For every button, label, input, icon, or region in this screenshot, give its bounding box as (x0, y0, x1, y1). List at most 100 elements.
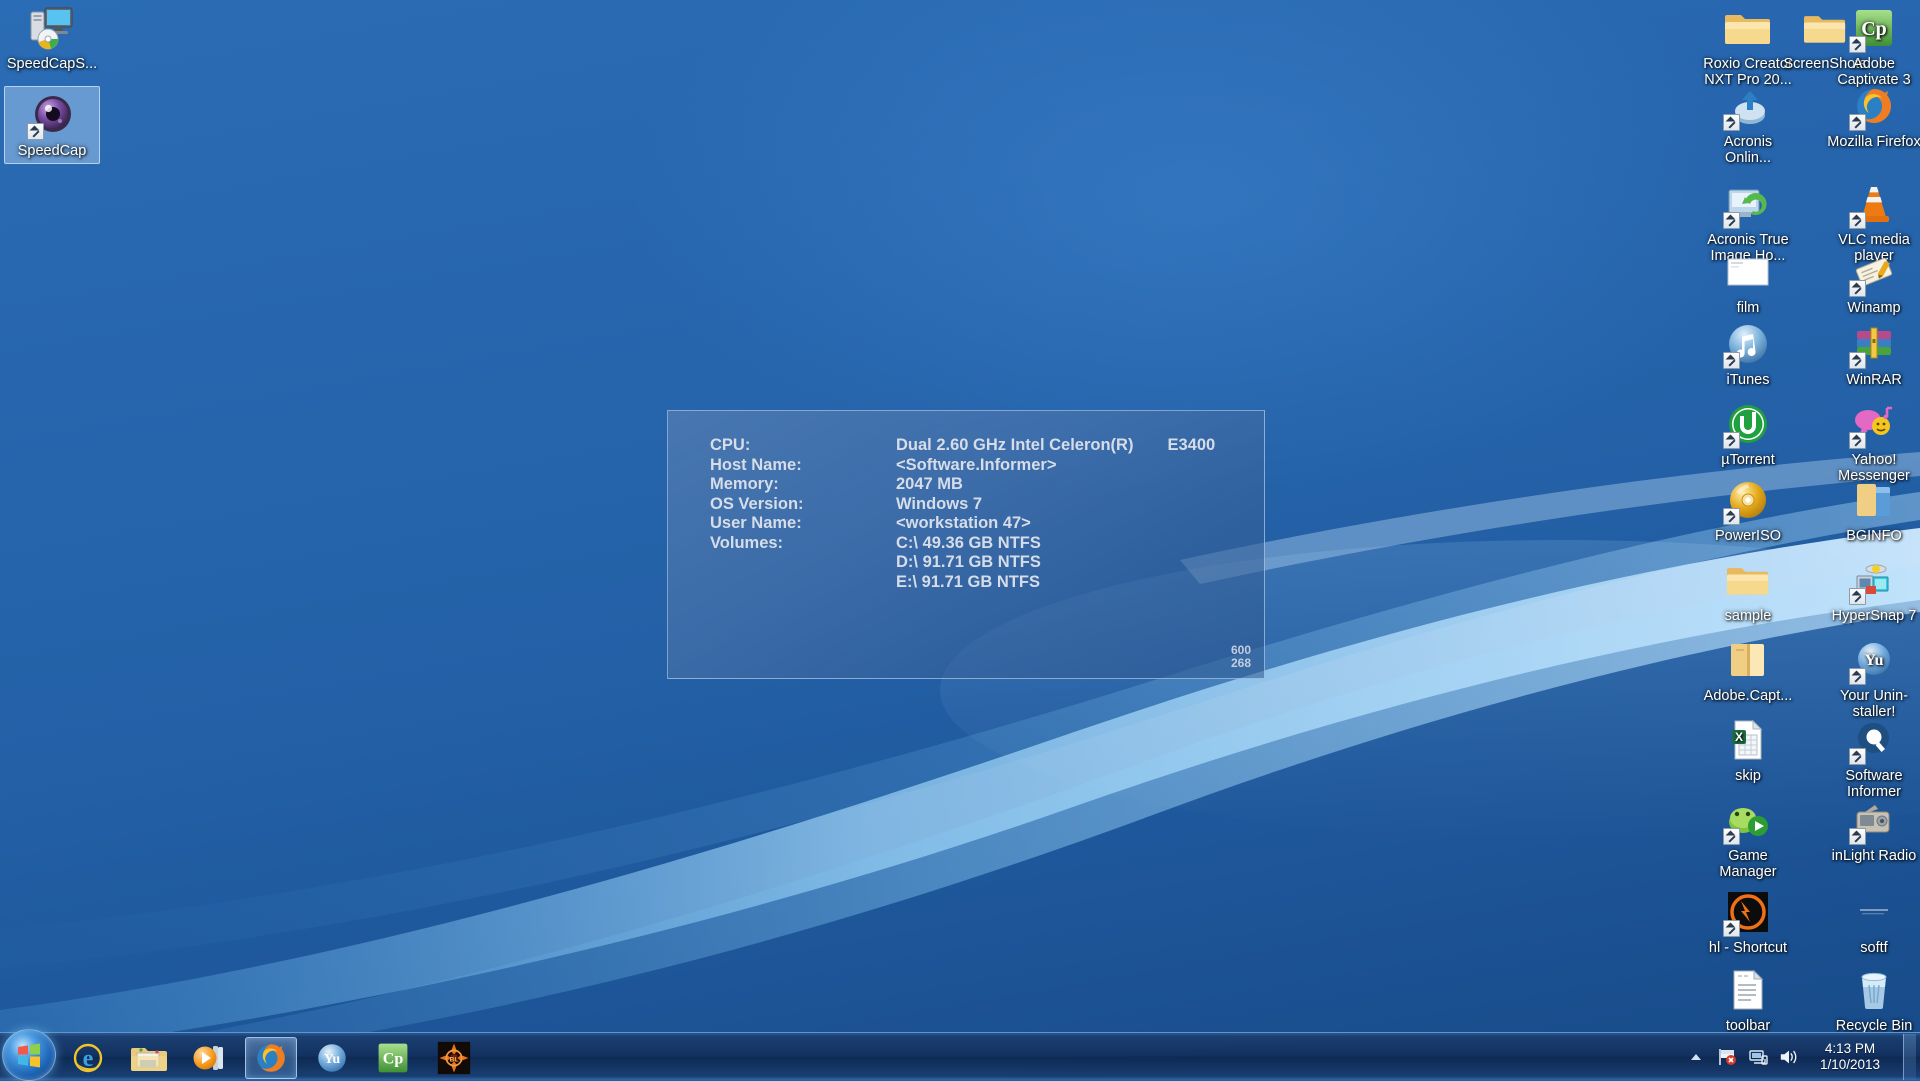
inlight-radio-icon (1850, 796, 1898, 844)
desktop-icon-label: BGINFO (1826, 529, 1920, 545)
taskbar[interactable]: e (0, 1032, 1920, 1080)
bginfo-value: 2047 MB (896, 475, 963, 494)
clock[interactable]: 4:13 PM 1/10/2013 (1810, 1041, 1890, 1073)
software-informer-icon (1850, 716, 1898, 764)
shortcut-arrow-icon (1849, 36, 1866, 53)
bginfo-value: <Software.Informer> (896, 456, 1056, 475)
desktop-icon-hypersnap-7[interactable]: HyperSnap 7 (1826, 556, 1920, 625)
chevron-up-icon[interactable] (1686, 1047, 1706, 1067)
taskbar-app-buttons[interactable]: e (62, 1033, 480, 1081)
desktop-icon-adobe-captivate-3[interactable]: Cp Adobe Captivate 3 (1826, 4, 1920, 88)
network-icon[interactable] (1748, 1047, 1768, 1067)
desktop-icon-itunes[interactable]: iTunes (1700, 320, 1796, 389)
desktop-icon-label: Game Manager (1700, 849, 1796, 880)
shortcut-arrow-icon (1723, 352, 1740, 369)
desktop-icon-winrar[interactable]: WinRAR (1826, 320, 1920, 389)
bginfo-height-value: 268 (1231, 657, 1251, 670)
desktop-icon-softf[interactable]: softf (1826, 888, 1920, 957)
desktop-icon-hl-shortcut[interactable]: hl - Shortcut (1700, 888, 1796, 957)
shortcut-arrow-icon (1849, 352, 1866, 369)
shortcut-arrow-icon (1849, 114, 1866, 131)
bginfo-value: Dual 2.60 GHz Intel Celeron(R)E3400 (896, 436, 1215, 455)
hypersnap-icon (1850, 556, 1898, 604)
desktop-icon-label: µTorrent (1700, 453, 1796, 469)
blank-document-icon (1724, 248, 1772, 296)
taskbar-button-windows-media-player[interactable] (184, 1037, 236, 1079)
desktop-icon-mozilla-firefox[interactable]: Mozilla Firefox (1826, 82, 1920, 151)
text-document-icon (1724, 966, 1772, 1014)
camera-lens-icon (28, 91, 76, 139)
desktop-icon-poweriso[interactable]: PowerISO (1700, 476, 1796, 545)
desktop-icon-adobe-captivate-folder[interactable]: Adobe.Capt... (1700, 636, 1796, 705)
desktop-icon-software-informer[interactable]: Software Informer (1826, 716, 1920, 800)
desktop-icon-film[interactable]: film (1700, 248, 1796, 317)
bginfo-label: Host Name: (710, 456, 896, 475)
desktop-icon-label: WinRAR (1826, 373, 1920, 389)
desktop-icon-label: PowerISO (1700, 529, 1796, 545)
desktop-icon-inlight-radio[interactable]: inLight Radio (1826, 796, 1920, 865)
bginfo-row-memory: Memory: 2047 MB (710, 475, 1215, 495)
desktop-icon-label: skip (1700, 769, 1796, 785)
desktop-icon-label: HyperSnap 7 (1826, 609, 1920, 625)
taskbar-button-adobe-captivate[interactable]: Cp (367, 1037, 419, 1079)
desktop-icon-recycle-bin[interactable]: Recycle Bin (1826, 966, 1920, 1035)
shortcut-arrow-icon (1723, 828, 1740, 845)
taskbar-button-game-launcher[interactable]: BL (428, 1037, 480, 1079)
itunes-icon (1724, 320, 1772, 368)
svg-text:Yu: Yu (1865, 652, 1884, 669)
shortcut-arrow-icon (1849, 748, 1866, 765)
acronis-backup-icon (1724, 82, 1772, 130)
desktop-icon-toolbar[interactable]: toolbar (1700, 966, 1796, 1035)
folder-icon (1724, 4, 1772, 52)
clock-date: 1/10/2013 (1820, 1057, 1880, 1073)
show-desktop-button[interactable] (1903, 1034, 1916, 1080)
bginfo-row-user-name: User Name: <workstation 47> (710, 514, 1215, 534)
desktop-icon-label: Adobe.Capt... (1700, 689, 1796, 705)
bginfo-value-text: Dual 2.60 GHz Intel Celeron(R) (896, 436, 1133, 454)
svg-text:Yu: Yu (324, 1051, 341, 1066)
computer-media-icon (28, 4, 76, 52)
desktop-icon-label: hl - Shortcut (1700, 941, 1796, 957)
your-uninstaller-icon: Yu (1850, 636, 1898, 684)
svg-text:e: e (83, 1046, 94, 1072)
shortcut-arrow-icon (27, 123, 44, 140)
start-button[interactable] (2, 1029, 56, 1081)
desktop-icon-game-manager[interactable]: Game Manager (1700, 796, 1796, 880)
bginfo-row-os-version: OS Version: Windows 7 (710, 495, 1215, 515)
bginfo-dimensions: 600 268 (1231, 644, 1251, 670)
yahoo-messenger-icon (1850, 400, 1898, 448)
folder-blue-icon (1850, 476, 1898, 524)
speaker-icon[interactable] (1779, 1047, 1799, 1067)
taskbar-button-windows-explorer[interactable] (123, 1037, 175, 1079)
game-manager-icon (1724, 796, 1772, 844)
utorrent-icon (1724, 400, 1772, 448)
shortcut-arrow-icon (1723, 920, 1740, 937)
desktop-icon-acronis-online[interactable]: Acronis Onlin... (1700, 82, 1796, 166)
desktop-background[interactable]: SpeedCapS... SpeedCap (0, 0, 1920, 1080)
taskbar-button-your-uninstaller[interactable]: Yu (306, 1037, 358, 1079)
desktop-icon-utorrent[interactable]: µTorrent (1700, 400, 1796, 469)
system-tray[interactable]: 4:13 PM 1/10/2013 (1686, 1033, 1920, 1081)
svg-text:X: X (1735, 730, 1743, 744)
shortcut-arrow-icon (1723, 114, 1740, 131)
desktop-icon-speedcaps[interactable]: SpeedCapS... (4, 4, 100, 73)
shortcut-arrow-icon (1723, 212, 1740, 229)
desktop-icon-speedcap[interactable]: SpeedCap (4, 86, 100, 164)
flag-error-icon[interactable] (1717, 1047, 1737, 1067)
taskbar-button-internet-explorer[interactable]: e (62, 1037, 114, 1079)
desktop-icon-yahoo-messenger[interactable]: Yahoo! Messenger (1826, 400, 1920, 484)
desktop-icon-label: inLight Radio (1826, 849, 1920, 865)
desktop-icon-skip[interactable]: X skip (1700, 716, 1796, 785)
shortcut-arrow-icon (1723, 508, 1740, 525)
bginfo-row-volume-d: D:\ 91.71 GB NTFS (710, 553, 1215, 573)
acronis-true-image-icon (1724, 180, 1772, 228)
taskbar-button-mozilla-firefox[interactable] (245, 1037, 297, 1079)
desktop-icon-bginfo[interactable]: BGINFO (1826, 476, 1920, 545)
desktop-icon-sample[interactable]: sample (1700, 556, 1796, 625)
bginfo-row-cpu: CPU: Dual 2.60 GHz Intel Celeron(R)E3400 (710, 436, 1215, 456)
bginfo-row-host-name: Host Name: <Software.Informer> (710, 456, 1215, 476)
recycle-bin-icon (1850, 966, 1898, 1014)
desktop-icon-your-uninstaller[interactable]: Yu Your Unin-staller! (1826, 636, 1920, 720)
desktop-icon-winamp[interactable]: Winamp (1826, 248, 1920, 317)
desktop-icon-label: Acronis Onlin... (1700, 135, 1796, 166)
